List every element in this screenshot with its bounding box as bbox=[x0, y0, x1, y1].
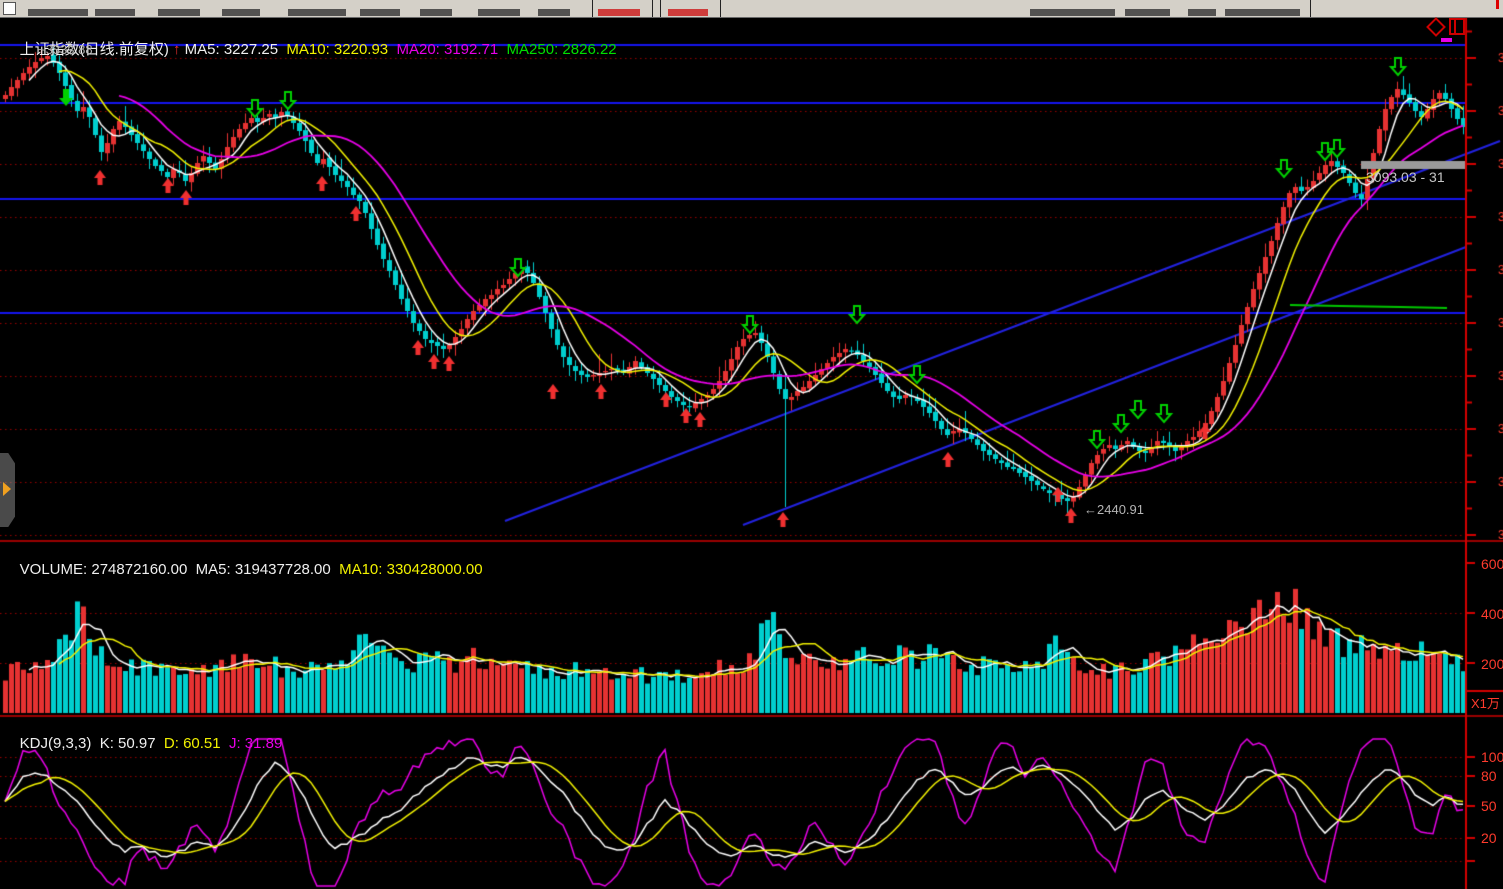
volume-axis-label: 40000 bbox=[1481, 606, 1503, 622]
cropped-menu-item[interactable] bbox=[158, 9, 200, 16]
split-window-divider bbox=[1454, 20, 1456, 33]
volume-axis-label: 60000 bbox=[1481, 556, 1503, 572]
volume-ma10-value: MA10: 330428000.00 bbox=[335, 561, 483, 578]
toolbar-separator bbox=[652, 0, 653, 17]
expand-arrow-icon bbox=[3, 482, 11, 496]
trading-terminal-window: 上证指数(日线.前复权) ↑ MA5: 3227.25 MA10: 3220.9… bbox=[0, 0, 1503, 889]
toolbar-separator bbox=[720, 0, 721, 17]
toolbar-separator bbox=[660, 0, 661, 17]
split-window-icon[interactable] bbox=[1449, 18, 1465, 35]
cropped-menu-item[interactable] bbox=[1188, 9, 1216, 16]
app-icon bbox=[3, 2, 16, 15]
volume-ma5-value: MA5: 319437728.00 bbox=[191, 561, 334, 578]
trough-price-annotation: ←2440.91 bbox=[1084, 502, 1144, 517]
kdj-j-value: J: 31.89 bbox=[225, 735, 283, 752]
kdj-axis-label: 100 bbox=[1481, 749, 1503, 765]
cropped-menu-item[interactable] bbox=[288, 9, 346, 16]
top-menu-toolbar[interactable] bbox=[0, 0, 1503, 18]
cropped-menu-item[interactable] bbox=[1030, 9, 1115, 16]
cropped-menu-item[interactable] bbox=[95, 9, 135, 16]
kdj-header: KDJ(9,3,3) K: 50.97 D: 60.51 J: 31.89 bbox=[3, 718, 282, 769]
cropped-menu-item-red[interactable] bbox=[598, 9, 640, 16]
cropped-menu-item[interactable] bbox=[478, 9, 520, 16]
cropped-menu-item[interactable] bbox=[538, 9, 570, 16]
cropped-menu-item[interactable] bbox=[420, 9, 452, 16]
toolbar-separator bbox=[592, 0, 593, 17]
ma10-value: MA10: 3220.93 bbox=[282, 41, 392, 58]
peak-price-annotation: ~3333.88 bbox=[38, 42, 93, 57]
main-chart-header: 上证指数(日线.前复权) ↑ MA5: 3227.25 MA10: 3220.9… bbox=[3, 21, 617, 76]
volume-axis-label: 20000 bbox=[1481, 656, 1503, 672]
volume-unit-label: X1万 bbox=[1471, 693, 1503, 712]
kdj-axis-label: 20 bbox=[1481, 830, 1503, 846]
toolbar-separator bbox=[1310, 0, 1311, 17]
cropped-menu-item[interactable] bbox=[360, 9, 400, 16]
price-tag-annotation: 3093.03 - 31 bbox=[1366, 169, 1445, 185]
ma250-value: MA250: 2826.22 bbox=[502, 41, 616, 58]
sidebar-expander-tab[interactable] bbox=[0, 453, 15, 527]
ma5-value: MA5: 3227.25 bbox=[181, 41, 283, 58]
kdj-k-value: K: 50.97 bbox=[96, 735, 160, 752]
kdj-axis-label: 80 bbox=[1481, 768, 1503, 784]
cropped-menu-item[interactable] bbox=[222, 9, 260, 16]
ma20-value: MA20: 3192.71 bbox=[392, 41, 502, 58]
volume-value: VOLUME: 274872160.00 bbox=[20, 561, 192, 578]
kdj-d-value: D: 60.51 bbox=[160, 735, 225, 752]
cropped-menu-item[interactable] bbox=[1225, 9, 1300, 16]
toolbar-corner-mark bbox=[1496, 0, 1499, 9]
volume-header: VOLUME: 274872160.00 MA5: 319437728.00 M… bbox=[3, 544, 483, 595]
cropped-menu-item-red[interactable] bbox=[668, 9, 708, 16]
kdj-axis-label: 50 bbox=[1481, 798, 1503, 814]
kdj-name: KDJ(9,3,3) bbox=[20, 735, 96, 752]
cropped-menu-item[interactable] bbox=[1125, 9, 1170, 16]
magenta-dash-marker bbox=[1441, 38, 1452, 42]
up-arrow-icon: ↑ bbox=[173, 41, 181, 58]
cropped-menu-item[interactable] bbox=[28, 9, 88, 16]
